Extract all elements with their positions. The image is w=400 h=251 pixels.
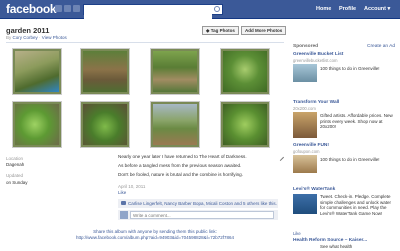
ad-like-link[interactable]: Like (293, 231, 301, 236)
nav-account[interactable]: Account ▾ (364, 6, 390, 12)
photo-thumbnail[interactable] (12, 101, 62, 148)
photo-thumbnail[interactable] (220, 101, 270, 148)
comment-box (118, 210, 278, 220)
share-link-section: Share this album with anyone by sending … (50, 229, 260, 240)
search-input[interactable] (84, 12, 212, 22)
photo-thumbnail[interactable] (150, 48, 200, 95)
avatar (120, 211, 128, 219)
likes-summary[interactable]: Carlise Lingerfelt, Nancy Barber Bopa, M… (118, 199, 278, 208)
description-paragraph: Don't be fooled, nature is brutal and th… (118, 172, 243, 177)
location-label: Location (6, 156, 24, 161)
ad-image[interactable] (293, 112, 317, 138)
ad-title[interactable]: Levi's® WaterTank (293, 187, 335, 192)
add-more-photos-button[interactable]: Add More Photos (241, 26, 287, 35)
view-photos-link[interactable]: View Photos (42, 35, 67, 40)
comment-input[interactable] (130, 211, 274, 219)
page-title: garden 2011 (6, 26, 50, 35)
album-byline: By Cory Corbey · View Photos (6, 35, 67, 40)
nav-home[interactable]: Home (316, 6, 331, 12)
nav-profile[interactable]: Profile (339, 6, 356, 12)
ad-title[interactable]: Greenville FUN! (293, 143, 329, 148)
ad-image[interactable] (293, 64, 317, 82)
likes-text: Carlise Lingerfelt, Nancy Barber Bopa, M… (128, 201, 277, 206)
ad-text: Tweet. Check-in. Pledge. Complete simple… (320, 194, 392, 216)
sponsored-header: Sponsored Create an Ad (293, 44, 395, 50)
search-box[interactable] (83, 4, 223, 22)
author-link[interactable]: Cory Corbey (13, 35, 38, 40)
updated-value: on Sunday (6, 180, 28, 185)
share-url[interactable]: http://www.facebook.com/album.php?aid=94… (50, 235, 260, 241)
album-date: April 10, 2011 (118, 184, 146, 189)
photo-thumbnail[interactable] (80, 48, 130, 95)
description-paragraph: Nearly one year later I have returned to… (118, 154, 247, 159)
ad-text: See what health (320, 244, 353, 249)
tag-photos-label: Tag Photos (210, 28, 235, 33)
ad-text: 100 things to do in Greenville! (320, 157, 380, 162)
create-ad-link[interactable]: Create an Ad (367, 44, 395, 49)
ad-domain: 20x200.com (293, 106, 316, 111)
notifications-icon[interactable] (73, 5, 80, 12)
friend-requests-icon[interactable] (55, 5, 62, 12)
sponsored-label: Sponsored (293, 44, 319, 49)
ad-domain: gofoupon.com (293, 149, 320, 154)
photo-thumbnail[interactable] (220, 48, 270, 95)
like-link[interactable]: Like (118, 190, 126, 195)
thumbs-up-icon (121, 201, 126, 205)
ad-image[interactable] (293, 155, 317, 173)
ad-text: Gifted artists. Affordable prices. New p… (320, 113, 393, 129)
ad-domain: greenvillebucketlist.com (293, 58, 338, 63)
search-icon[interactable] (214, 6, 220, 12)
location-value: Dagenah (6, 162, 25, 167)
photo-thumbnail[interactable] (80, 101, 130, 148)
photo-thumbnail[interactable] (150, 101, 200, 148)
ad-title[interactable]: Health Reform Source – Kaiser... (293, 238, 367, 243)
byline-prefix: By (6, 35, 12, 40)
header-divider (6, 42, 284, 43)
photo-thumbnail[interactable] (12, 48, 62, 95)
messages-icon[interactable] (64, 5, 71, 12)
ad-text: 100 things to do in Greenville! (320, 66, 380, 71)
ad-title[interactable]: Greenville Bucket List (293, 52, 343, 57)
edit-pencil-icon[interactable] (276, 153, 285, 162)
facebook-logo[interactable]: facebook (6, 2, 57, 16)
ad-image[interactable] (293, 194, 317, 214)
description-paragraph: As before a tangled mess from the previo… (118, 163, 242, 168)
ad-title[interactable]: Transform Your Wall (293, 100, 339, 105)
updated-label: Updated (6, 173, 24, 178)
top-bar: facebook Home Profile Account ▾ (0, 0, 400, 22)
tag-photos-button[interactable]: ◆ Tag Photos (202, 26, 239, 35)
